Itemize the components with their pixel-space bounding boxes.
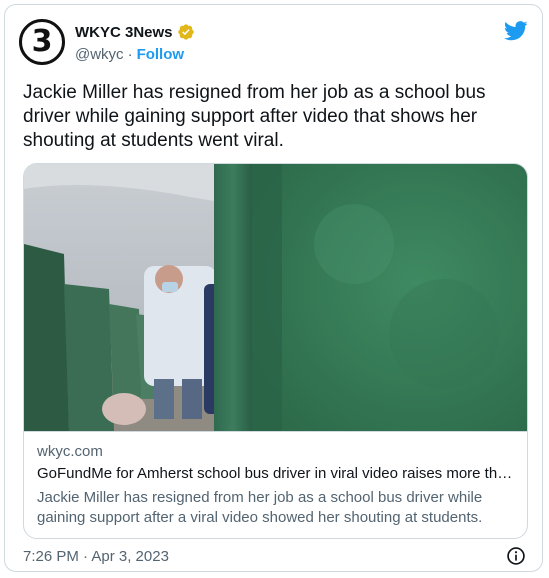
avatar-logo-text: 3 bbox=[31, 23, 53, 59]
author-display-name[interactable]: WKYC 3News bbox=[75, 24, 173, 41]
author-handle[interactable]: @wkyc bbox=[75, 46, 124, 63]
avatar[interactable]: 3 bbox=[19, 19, 65, 65]
tweet-text: Jackie Miller has resigned from her job … bbox=[23, 82, 486, 151]
info-icon[interactable] bbox=[506, 546, 526, 566]
handle-separator: · bbox=[127, 46, 133, 63]
link-card-title: GoFundMe for Amherst school bus driver i… bbox=[37, 465, 517, 482]
author-name-row: WKYC 3News bbox=[75, 23, 195, 41]
follow-link[interactable]: Follow bbox=[137, 46, 185, 63]
verified-badge-icon bbox=[177, 24, 194, 40]
author-handle-row: @wkyc · Follow bbox=[75, 46, 184, 63]
twitter-bird-icon[interactable] bbox=[504, 21, 528, 41]
link-card-domain: wkyc.com bbox=[37, 443, 103, 460]
video-thumbnail-image[interactable] bbox=[24, 164, 528, 431]
tweet-timestamp[interactable]: 7:26 PM · Apr 3, 2023 bbox=[23, 548, 169, 565]
link-preview-card[interactable]: wkyc.com GoFundMe for Amherst school bus… bbox=[23, 163, 528, 539]
link-card-description: Jackie Miller has resigned from her job … bbox=[37, 489, 483, 526]
tweet-embed-card: 3 WKYC 3News @wkyc · Follow Jackie Mille… bbox=[4, 4, 543, 572]
card-divider bbox=[24, 431, 527, 432]
